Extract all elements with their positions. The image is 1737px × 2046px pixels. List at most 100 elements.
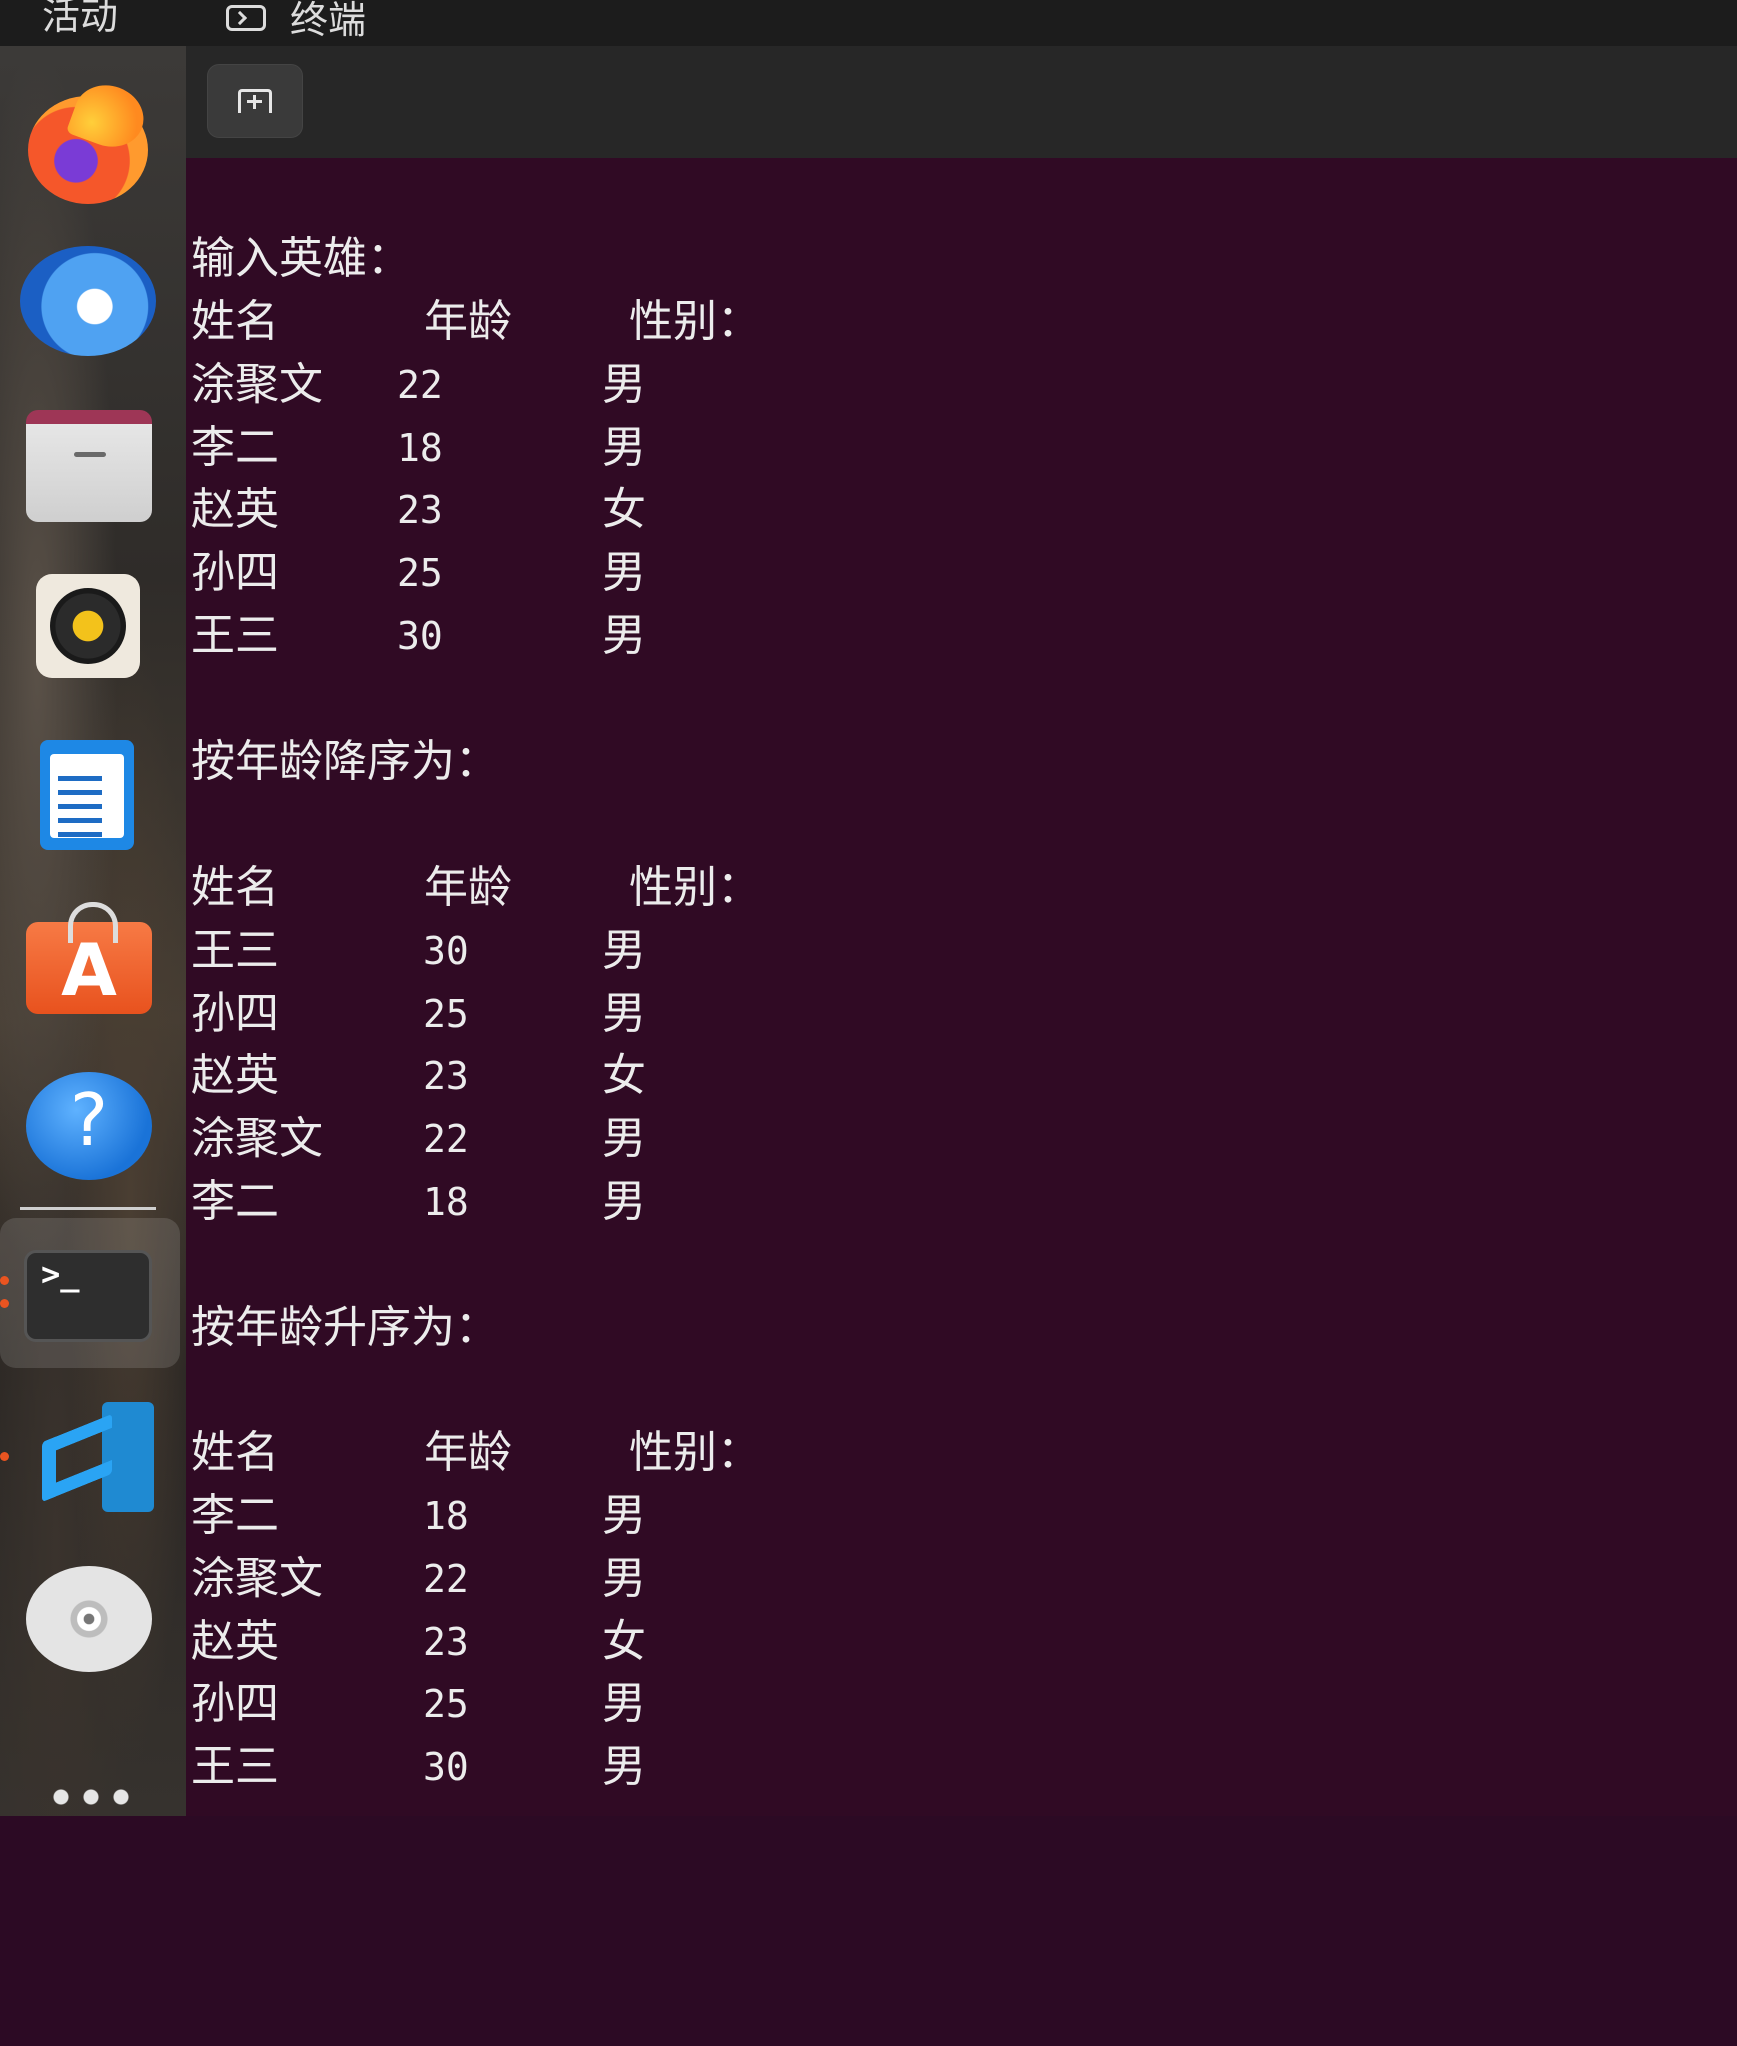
row-age: 22 xyxy=(423,1117,469,1161)
row-name: 孙四 xyxy=(191,1678,279,1729)
row-name: 赵英 xyxy=(191,1616,279,1667)
terminal-icon xyxy=(226,5,266,31)
terminal-output[interactable]: 输入英雄： 姓名 年龄 性别： 涂聚文 22 男 李二 18 男 赵英 23 女… xyxy=(186,158,1737,1816)
row-gender: 男 xyxy=(602,1113,646,1164)
dock-item-writer[interactable] xyxy=(18,736,168,866)
table-header: 姓名 年龄 性别： xyxy=(191,291,761,353)
row-name: 孙四 xyxy=(191,988,279,1039)
table-row: 王三 30 男 xyxy=(191,605,646,667)
header-name: 姓名 xyxy=(191,296,279,347)
top-bar: 活动 终端 xyxy=(0,0,1737,46)
running-indicator xyxy=(0,1276,9,1285)
row-gender: 男 xyxy=(602,1741,646,1792)
row-name: 涂聚文 xyxy=(191,1113,323,1164)
activities-button[interactable]: 活动 xyxy=(42,0,118,41)
row-gender: 男 xyxy=(602,610,646,661)
row-gender: 男 xyxy=(602,359,646,410)
row-name: 涂聚文 xyxy=(191,1553,323,1604)
row-name: 孙四 xyxy=(191,547,279,598)
row-gender: 男 xyxy=(602,547,646,598)
dock-separator xyxy=(20,1207,156,1210)
header-name: 姓名 xyxy=(191,862,279,913)
input-heading: 输入英雄： xyxy=(191,233,411,284)
row-age: 30 xyxy=(423,929,469,973)
dock-item-dvd[interactable] xyxy=(18,1558,168,1688)
row-name: 王三 xyxy=(191,925,279,976)
row-name: 李二 xyxy=(191,422,279,473)
running-indicator xyxy=(0,1299,9,1308)
header-age: 年龄 xyxy=(424,1427,512,1478)
row-age: 30 xyxy=(397,614,443,658)
row-gender: 男 xyxy=(602,422,646,473)
asc-heading: 按年龄升序为： xyxy=(191,1302,499,1353)
new-tab-icon xyxy=(238,89,272,113)
row-name: 赵英 xyxy=(191,484,279,535)
row-age: 18 xyxy=(423,1494,469,1538)
terminal-icon xyxy=(24,1250,152,1342)
files-icon xyxy=(26,410,152,522)
dock-item-help[interactable] xyxy=(18,1066,168,1196)
dock-item-firefox[interactable] xyxy=(18,76,168,206)
dvd-icon xyxy=(26,1566,152,1672)
dock-item-rhythmbox[interactable] xyxy=(18,566,168,696)
row-gender: 男 xyxy=(602,1176,646,1227)
header-gender: 性别： xyxy=(629,296,761,347)
rhythmbox-icon xyxy=(36,574,140,678)
dock-item-vscode[interactable] xyxy=(18,1396,168,1526)
row-gender: 男 xyxy=(602,988,646,1039)
firefox-icon xyxy=(28,96,148,204)
row-gender: 男 xyxy=(602,1678,646,1729)
row-gender: 男 xyxy=(602,1490,646,1541)
dock-item-files[interactable] xyxy=(18,396,168,526)
table-row: 王三 30 男 xyxy=(191,920,646,982)
header-gender: 性别： xyxy=(629,1427,761,1478)
row-age: 23 xyxy=(423,1054,469,1098)
dock-item-app-center[interactable] xyxy=(18,896,168,1026)
header-gender: 性别： xyxy=(629,862,761,913)
row-name: 涂聚文 xyxy=(191,359,323,410)
header-name: 姓名 xyxy=(191,1427,279,1478)
help-icon xyxy=(26,1072,152,1180)
table-row: 孙四 25 男 xyxy=(191,542,646,604)
row-age: 25 xyxy=(423,992,469,1036)
table-row: 孙四 25 男 xyxy=(191,1673,646,1735)
table-row: 李二 18 男 xyxy=(191,1485,646,1547)
table-row: 涂聚文 22 男 xyxy=(191,1108,646,1170)
row-name: 李二 xyxy=(191,1176,279,1227)
row-age: 23 xyxy=(423,1620,469,1664)
app-name: 终端 xyxy=(290,0,367,42)
table-row: 王三 30 男 xyxy=(191,1736,646,1798)
row-age: 18 xyxy=(397,426,443,470)
table-row: 涂聚文 22 男 xyxy=(191,354,646,416)
row-age: 22 xyxy=(397,363,443,407)
row-name: 李二 xyxy=(191,1490,279,1541)
row-age: 30 xyxy=(423,1745,469,1789)
table-row: 李二 18 男 xyxy=(191,1171,646,1233)
row-name: 王三 xyxy=(191,610,279,661)
app-menu[interactable]: 终端 xyxy=(226,0,367,42)
row-gender: 女 xyxy=(602,1050,646,1101)
row-gender: 男 xyxy=(602,925,646,976)
app-grid-icon[interactable] xyxy=(46,1782,136,1816)
row-name: 王三 xyxy=(191,1741,279,1792)
desc-heading: 按年龄降序为： xyxy=(191,736,499,787)
table-row: 赵英 23 女 xyxy=(191,479,646,541)
row-gender: 女 xyxy=(602,484,646,535)
new-tab-button[interactable] xyxy=(207,64,303,138)
header-age: 年龄 xyxy=(424,296,512,347)
row-age: 25 xyxy=(423,1682,469,1726)
dock-item-thunderbird[interactable] xyxy=(18,236,168,366)
row-age: 23 xyxy=(397,488,443,532)
table-header: 姓名 年龄 性别： xyxy=(191,857,761,919)
row-name: 赵英 xyxy=(191,1050,279,1101)
table-row: 赵英 23 女 xyxy=(191,1611,646,1673)
table-row: 孙四 25 男 xyxy=(191,983,646,1045)
vscode-icon xyxy=(36,1402,154,1512)
row-age: 18 xyxy=(423,1180,469,1224)
table-row: 赵英 23 女 xyxy=(191,1045,646,1107)
row-gender: 男 xyxy=(602,1553,646,1604)
running-indicator xyxy=(0,1452,9,1461)
table-row: 李二 18 男 xyxy=(191,417,646,479)
row-gender: 女 xyxy=(602,1616,646,1667)
terminal-headerbar xyxy=(186,46,1737,159)
